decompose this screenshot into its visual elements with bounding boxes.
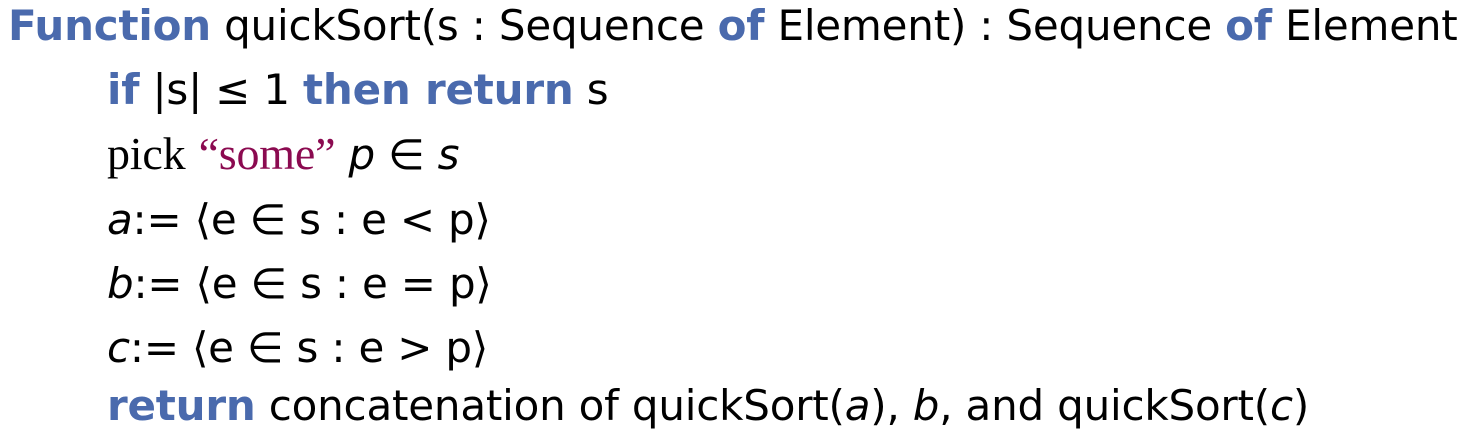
assign-b-line: b:= ⟨e ∈ s : e = p⟩ bbox=[107, 258, 492, 310]
return-text-part3: , and quickSort( bbox=[939, 381, 1270, 430]
assign-a-line: a:= ⟨e ∈ s : e < p⟩ bbox=[107, 194, 491, 246]
return-var-b: b bbox=[912, 381, 940, 430]
if-condition: |s| ≤ 1 bbox=[152, 65, 290, 114]
return-keyword: return bbox=[107, 381, 256, 430]
if-line: if |s| ≤ 1 then return s bbox=[107, 64, 609, 116]
var-a: a bbox=[107, 195, 133, 244]
of-keyword: of bbox=[717, 1, 765, 50]
return-var-a: a bbox=[844, 381, 871, 430]
then-return-keyword: then return bbox=[303, 65, 574, 114]
if-keyword: if bbox=[107, 65, 140, 114]
if-return-value: s bbox=[586, 65, 609, 114]
assign-c-line: c:= ⟨e ∈ s : e > p⟩ bbox=[107, 322, 488, 374]
var-b: b bbox=[107, 259, 134, 308]
return-var-c: c bbox=[1269, 381, 1293, 430]
return-text-part2: ), bbox=[870, 381, 900, 430]
assign-c-expression: := ⟨e ∈ s : e > p⟩ bbox=[129, 323, 489, 372]
signature-start: quickSort(s : Sequence bbox=[224, 1, 705, 50]
assign-a-expression: := ⟨e ∈ s : e < p⟩ bbox=[132, 195, 491, 244]
function-keyword: Function bbox=[8, 1, 211, 50]
pick-expression: p ∈ s bbox=[348, 130, 460, 179]
quicksort-pseudocode: Function quickSort(s : Sequence of Eleme… bbox=[0, 0, 1470, 441]
signature-return-type: Element bbox=[1285, 1, 1458, 50]
var-c: c bbox=[107, 323, 130, 372]
signature-middle: Element) : Sequence bbox=[777, 1, 1212, 50]
assign-b-expression: := ⟨e ∈ s : e = p⟩ bbox=[133, 259, 492, 308]
some-string: “some” bbox=[198, 128, 336, 179]
of-keyword: of bbox=[1225, 1, 1272, 50]
return-line: return concatenation of quickSort(a), b,… bbox=[107, 380, 1309, 432]
return-text-part1: concatenation of quickSort( bbox=[268, 381, 845, 430]
pick-text: pick bbox=[107, 128, 186, 179]
return-text-part4: ) bbox=[1292, 381, 1310, 430]
pick-line: pick “some” p ∈ s bbox=[107, 128, 459, 181]
function-signature-line: Function quickSort(s : Sequence of Eleme… bbox=[8, 0, 1458, 52]
